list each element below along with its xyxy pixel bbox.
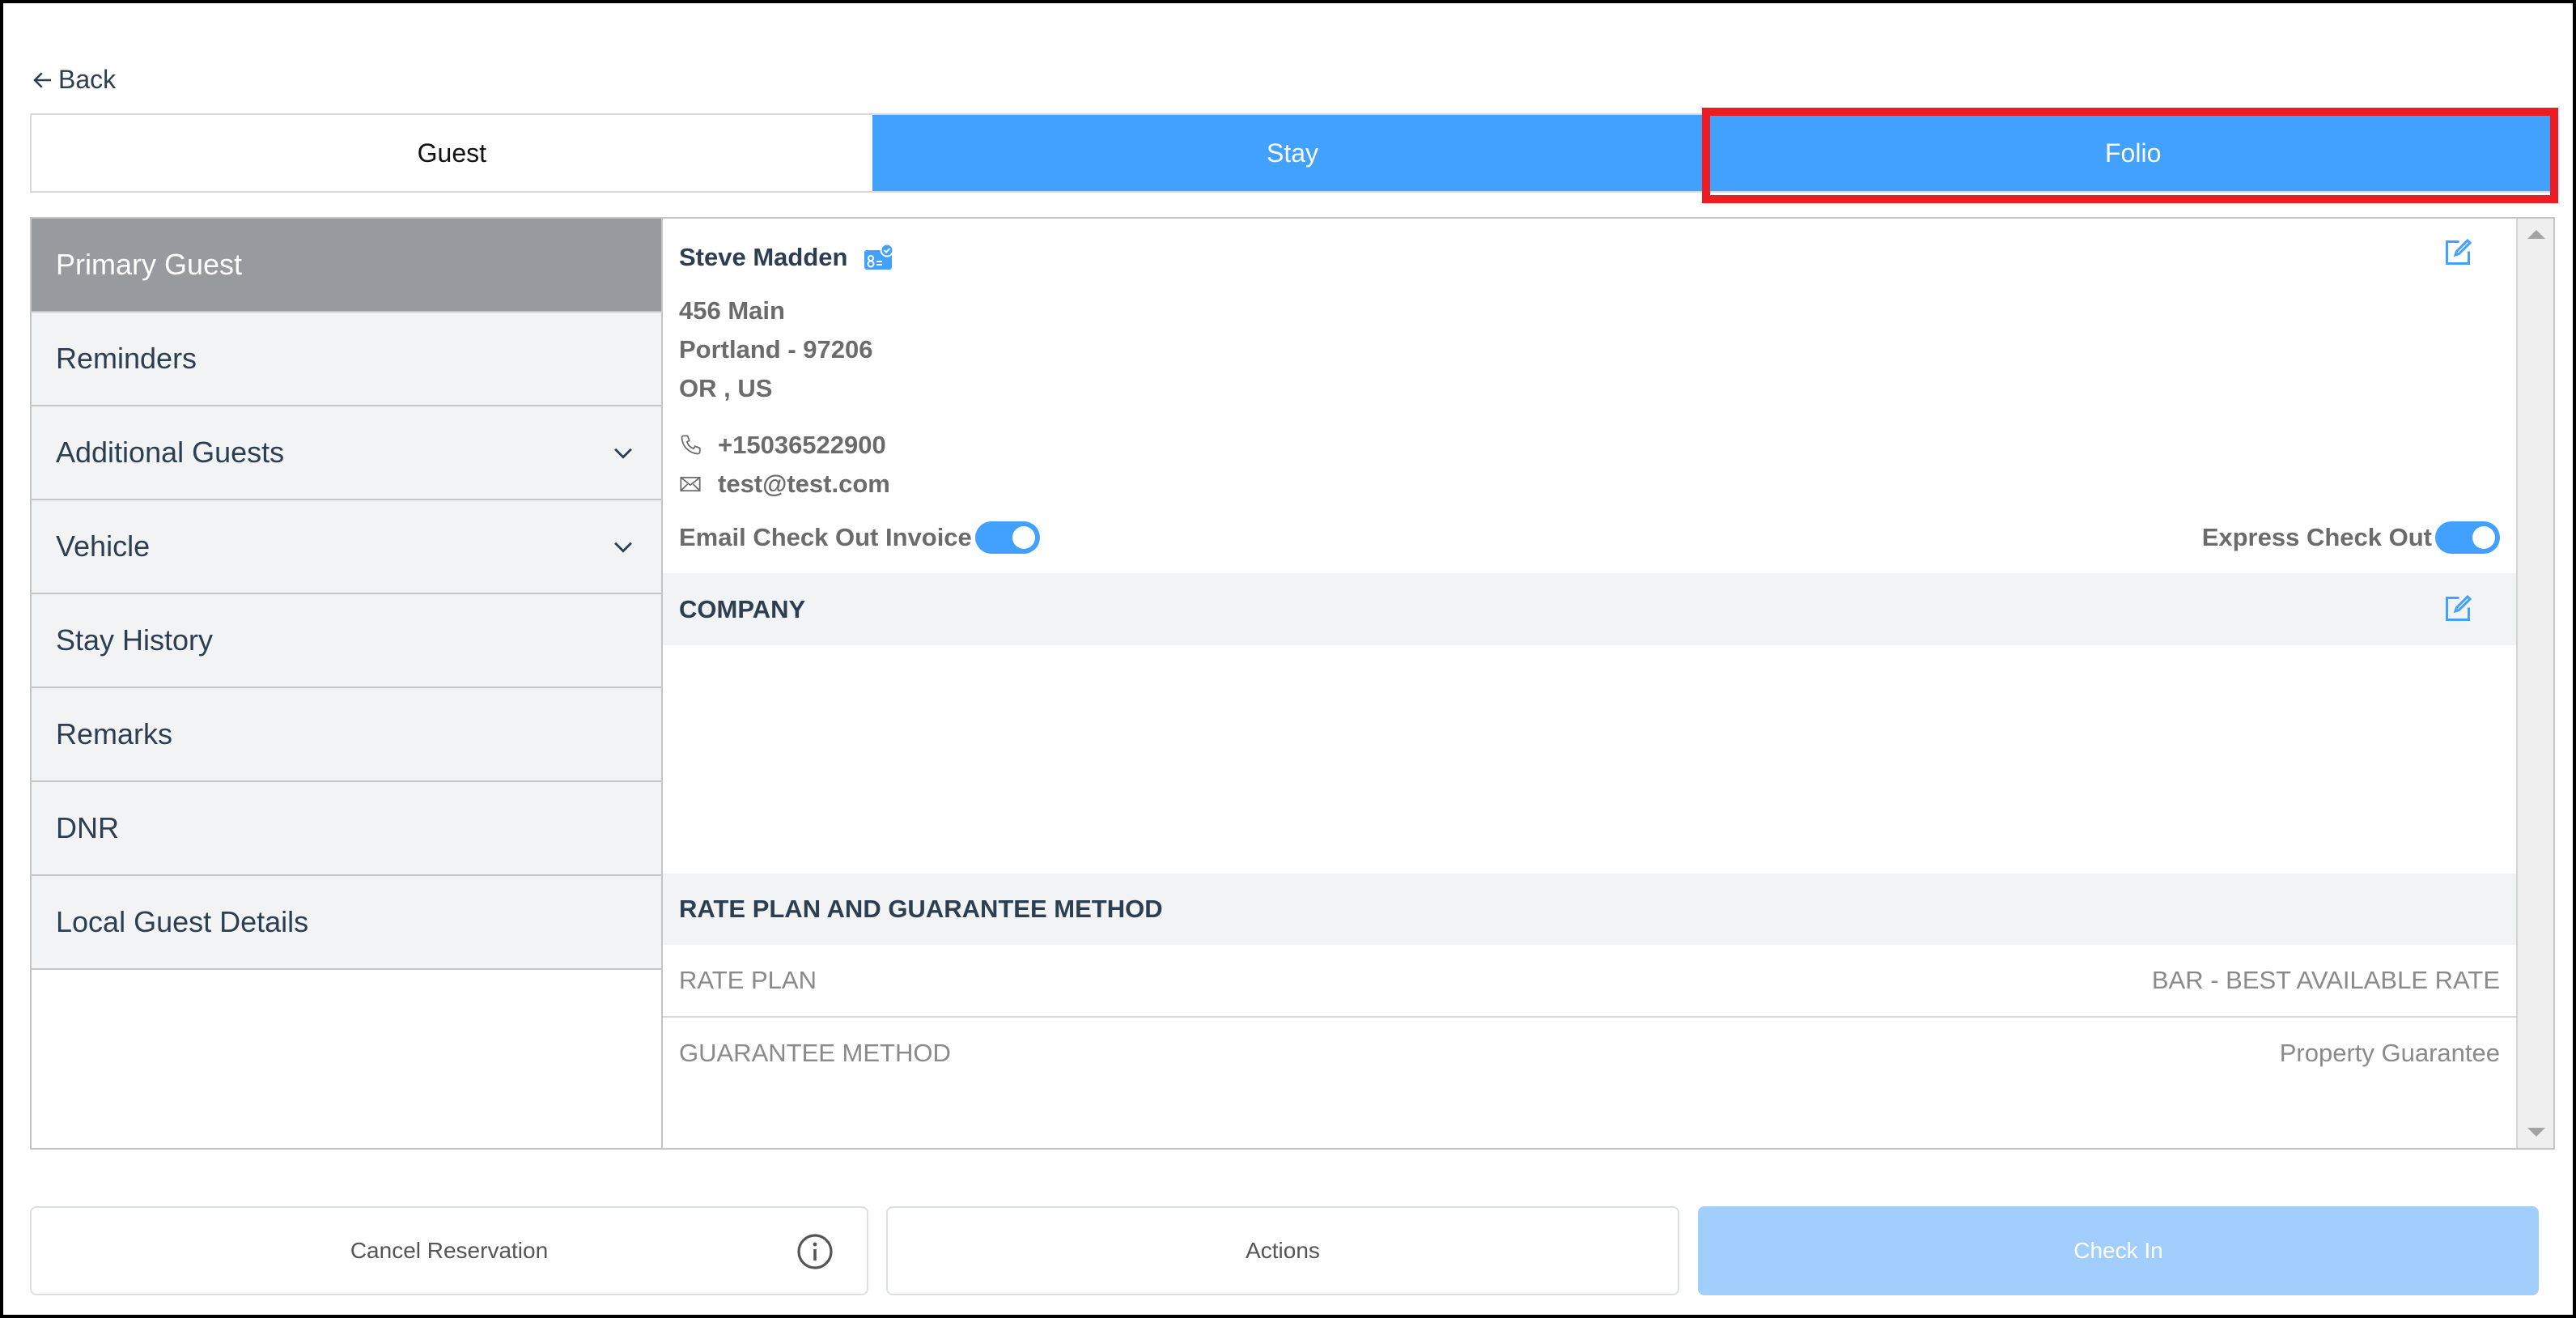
rate-plan-label: RATE PLAN [679,966,817,994]
edit-company-icon[interactable] [2443,594,2472,623]
sidebar-item-label: Reminders [56,342,197,375]
express-checkout-row: Express Check Out [2202,521,2500,554]
guarantee-method-value: Property Guarantee [2279,1039,2500,1067]
sidebar-item-dnr[interactable]: DNR [32,782,661,876]
edit-guest-icon[interactable] [2443,238,2472,267]
sidebar-item-label: Local Guest Details [56,905,309,938]
express-checkout-label: Express Check Out [2201,523,2432,551]
tab-folio-label: Folio [2105,138,2162,168]
arrow-left-icon [33,71,51,88]
info-icon[interactable] [796,1232,834,1271]
scroll-down-arrow-icon[interactable] [2527,1128,2545,1137]
guest-details-content: Steve Madden 456 Main Portland - 97206 O… [663,219,2516,1148]
email-address: test@test.com [718,470,890,498]
address-line-3: OR , US [679,374,773,402]
back-link[interactable]: Back [31,65,116,95]
rate-plan-section-title: RATE PLAN AND GUARANTEE METHOD [679,895,1163,923]
email-checkout-invoice-row: Email Check Out Invoice [679,521,1040,554]
content-scrollbar[interactable] [2516,219,2553,1148]
phone-row: +15036522900 [679,431,886,460]
cancel-reservation-button[interactable]: Cancel Reservation [30,1206,868,1295]
sidebar-item-label: DNR [56,811,119,844]
email-checkout-invoice-label: Email Check Out Invoice [679,523,972,551]
tab-bar: Guest Stay Folio [30,113,2555,193]
phone-icon [681,435,701,455]
sidebar-item-remarks[interactable]: Remarks [32,688,661,782]
chevron-down-icon [614,542,632,553]
check-in-label: Check In [2073,1238,2163,1263]
app-frame: Back Guest Stay Folio Primary Guest Remi… [3,3,2573,1315]
id-card-verified-icon[interactable] [864,244,894,271]
sidebar-item-additional-guests[interactable]: Additional Guests [32,406,661,500]
guest-name-row: Steve Madden [679,243,894,272]
sidebar-item-label: Additional Guests [56,436,285,469]
company-title: COMPANY [679,594,806,623]
rate-plan-row: RATE PLAN BAR - BEST AVAILABLE RATE [663,945,2516,1018]
tab-guest-label: Guest [417,138,487,168]
scroll-up-arrow-icon[interactable] [2527,230,2545,239]
cancel-reservation-label: Cancel Reservation [350,1238,549,1263]
phone-number: +15036522900 [718,431,886,459]
sidebar-item-label: Vehicle [56,529,151,563]
sidebar-item-reminders[interactable]: Reminders [32,312,661,406]
rate-plan-value: BAR - BEST AVAILABLE RATE [2151,966,2500,994]
sidebar-item-label: Remarks [56,717,173,750]
actions-button[interactable]: Actions [886,1206,1679,1295]
sidebar-item-label: Primary Guest [56,248,243,281]
guarantee-method-label: GUARANTEE METHOD [679,1039,951,1067]
tab-stay-label: Stay [1266,138,1319,168]
main-panel: Primary Guest Reminders Additional Guest… [30,217,2555,1150]
tab-stay[interactable]: Stay [872,115,1713,191]
company-section-header: COMPANY [663,573,2516,645]
sidebar-item-label: Stay History [56,623,214,657]
guest-name: Steve Madden [679,243,848,271]
envelope-icon [680,476,701,492]
chevron-down-icon [614,448,632,459]
sidebar-item-local-guest-details[interactable]: Local Guest Details [32,876,661,970]
sidebar: Primary Guest Reminders Additional Guest… [32,219,663,1148]
address-line-2: Portland - 97206 [679,335,873,364]
actions-label: Actions [1246,1238,1320,1263]
express-checkout-toggle[interactable] [2435,521,2500,554]
sidebar-item-vehicle[interactable]: Vehicle [32,500,661,594]
check-in-button[interactable]: Check In [1698,1206,2539,1295]
email-checkout-invoice-toggle[interactable] [974,521,1040,554]
back-label: Back [58,65,117,94]
tab-folio[interactable]: Folio [1712,115,2554,191]
address-line-1: 456 Main [679,296,785,325]
tab-guest[interactable]: Guest [32,115,872,191]
sidebar-item-primary-guest[interactable]: Primary Guest [32,219,661,312]
rate-plan-section-header: RATE PLAN AND GUARANTEE METHOD [663,874,2516,945]
sidebar-item-stay-history[interactable]: Stay History [32,594,661,688]
email-row: test@test.com [679,470,890,499]
guarantee-method-row: GUARANTEE METHOD Property Guarantee [663,1018,2516,1089]
